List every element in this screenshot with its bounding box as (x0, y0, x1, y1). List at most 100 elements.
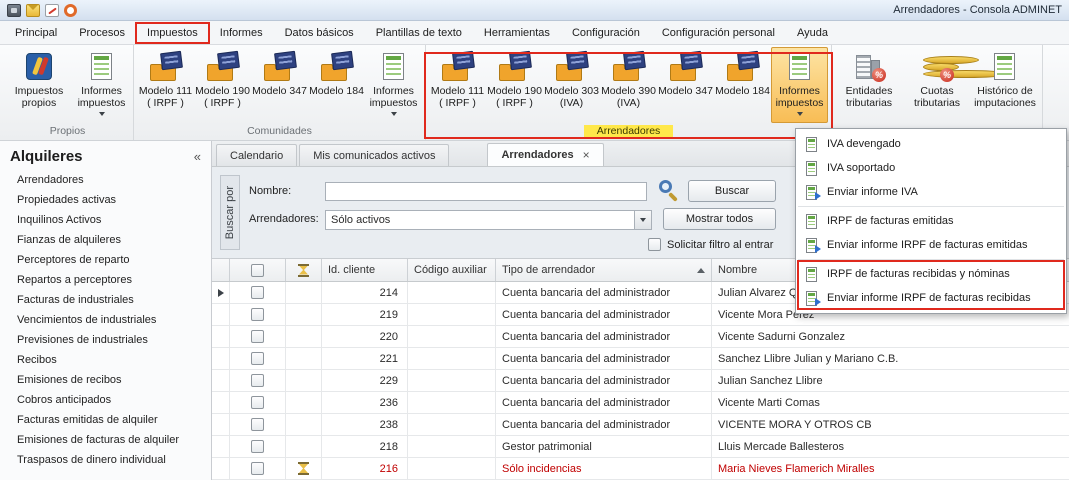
sidebar-item[interactable]: Previsiones de industriales (0, 330, 211, 350)
menu-item-configuracion[interactable]: Configuración (561, 21, 651, 44)
historico-imputaciones-button[interactable]: Histórico de imputaciones (971, 47, 1039, 123)
buscar-button[interactable]: Buscar (688, 180, 776, 202)
sidebar-item[interactable]: Propiedades activas (0, 190, 211, 210)
row-checkbox[interactable] (251, 308, 264, 321)
menu-item-irpf-facturas-recibidas[interactable]: IRPF de facturas recibidas y nóminas (796, 262, 1066, 286)
mostrar-todos-button[interactable]: Mostrar todos (663, 208, 776, 230)
menu-item-informes[interactable]: Informes (209, 21, 274, 44)
modelo-190-comunidades-button[interactable]: Modelo 190 ( IRPF ) (194, 47, 251, 123)
row-checkbox[interactable] (251, 286, 264, 299)
table-row[interactable]: 236 Cuenta bancaria del administrador Vi… (212, 392, 1069, 414)
menu-item-plantillas[interactable]: Plantillas de texto (365, 21, 473, 44)
menu-item-iva-soportado[interactable]: IVA soportado (796, 156, 1066, 180)
sidebar-item[interactable]: Recibos (0, 350, 211, 370)
sidebar-item-arrendadores[interactable]: Arrendadores (0, 170, 211, 190)
sidebar-item[interactable]: Fianzas de alquileres (0, 230, 211, 250)
collapse-icon[interactable]: « (194, 149, 201, 164)
table-row[interactable]: 218 Gestor patrimonial Lluis Mercade Bal… (212, 436, 1069, 458)
menu-item-enviar-irpf-facturas-emitidas[interactable]: Enviar informe IRPF de facturas emitidas (796, 233, 1066, 257)
menu-item-iva-devengado[interactable]: IVA devengado (796, 132, 1066, 156)
sidebar-item[interactable]: Facturas de industriales (0, 290, 211, 310)
select-all-checkbox[interactable] (251, 264, 264, 277)
mail-icon[interactable] (26, 4, 40, 17)
informes-impuestos-arrendadores-button[interactable]: Informes impuestos (771, 47, 828, 123)
sidebar-item[interactable]: Emisiones de recibos (0, 370, 211, 390)
menu-item-principal[interactable]: Principal (4, 21, 68, 44)
modelo-347-comunidades-button[interactable]: Modelo 347 (251, 47, 308, 123)
modelo-icon (555, 52, 589, 82)
app-icon[interactable] (7, 4, 21, 17)
header-id-cliente[interactable]: Id. cliente (322, 259, 408, 281)
sidebar-item[interactable]: Cobros anticipados (0, 390, 211, 410)
tab-mis-comunicados[interactable]: Mis comunicados activos (299, 144, 449, 166)
solicitar-filtro-label: Solicitar filtro al entrar (667, 239, 773, 251)
cuotas-tributarias-button[interactable]: % Cuotas tributarias (903, 47, 971, 123)
sidebar-item[interactable]: Perceptores de reparto (0, 250, 211, 270)
ribbon-group-label-text: Propios (50, 125, 86, 137)
ribbon-button-label: Modelo 184 (309, 85, 364, 97)
table-row[interactable]: 229 Cuenta bancaria del administrador Ju… (212, 370, 1069, 392)
table-row[interactable]: 238 Cuenta bancaria del administrador VI… (212, 414, 1069, 436)
modelo-390-arrendadores-button[interactable]: Modelo 390 (IVA) (600, 47, 657, 123)
sidebar-item[interactable]: Facturas emitidas de alquiler (0, 410, 211, 430)
informes-impuestos-propios-button[interactable]: Informes impuestos (73, 47, 130, 123)
menu-label: Informes (220, 27, 263, 39)
arrendadores-select[interactable]: Sólo activos (325, 210, 652, 230)
row-checkbox[interactable] (251, 352, 264, 365)
impuestos-propios-button[interactable]: Impuestos propios (5, 47, 73, 123)
menu-item-datos-basicos[interactable]: Datos básicos (274, 21, 365, 44)
table-row[interactable]: 220 Cuenta bancaria del administrador Vi… (212, 326, 1069, 348)
modelo-111-arrendadores-button[interactable]: Modelo 111 ( IRPF ) (429, 47, 486, 123)
modelo-111-comunidades-button[interactable]: Modelo 111 ( IRPF ) (137, 47, 194, 123)
record-icon[interactable] (64, 4, 77, 17)
menu-item-herramientas[interactable]: Herramientas (473, 21, 561, 44)
modelo-icon (320, 52, 354, 82)
close-icon[interactable]: × (583, 148, 590, 162)
modelo-303-arrendadores-button[interactable]: Modelo 303 (IVA) (543, 47, 600, 123)
modelo-190-arrendadores-button[interactable]: Modelo 190 ( IRPF ) (486, 47, 543, 123)
table-row[interactable]: 216 Sólo incidencias Maria Nieves Flamer… (212, 458, 1069, 480)
cell-id-cliente: 218 (322, 436, 408, 457)
header-tipo-arrendador[interactable]: Tipo de arrendador (496, 259, 712, 281)
sidebar-item[interactable]: Vencimientos de industriales (0, 310, 211, 330)
header-codigo-auxiliar[interactable]: Código auxiliar (408, 259, 496, 281)
sidebar-item[interactable]: Inquilinos Activos (0, 210, 211, 230)
menu-item-enviar-informe-iva[interactable]: Enviar informe IVA (796, 180, 1066, 204)
row-checkbox[interactable] (251, 440, 264, 453)
modelo-347-arrendadores-button[interactable]: Modelo 347 (657, 47, 714, 123)
cell-id-cliente: 214 (322, 282, 408, 303)
row-checkbox[interactable] (251, 396, 264, 409)
entidades-tributarias-button[interactable]: % Entidades tributarias (835, 47, 903, 123)
informes-impuestos-comunidades-button[interactable]: Informes impuestos (365, 47, 422, 123)
menu-item-procesos[interactable]: Procesos (68, 21, 136, 44)
modelo-184-comunidades-button[interactable]: Modelo 184 (308, 47, 365, 123)
window-title: Arrendadores - Consola ADMINET (893, 4, 1062, 16)
cell-id-cliente: 236 (322, 392, 408, 413)
menu-item-irpf-facturas-emitidas[interactable]: IRPF de facturas emitidas (796, 209, 1066, 233)
menu-label: Configuración personal (662, 27, 775, 39)
menu-item-impuestos[interactable]: Impuestos (136, 21, 209, 44)
cell-codigo-auxiliar (408, 370, 496, 391)
cell-id-cliente: 229 (322, 370, 408, 391)
sidebar-item[interactable]: Repartos a perceptores (0, 270, 211, 290)
row-checkbox[interactable] (251, 374, 264, 387)
solicitar-filtro-checkbox[interactable] (648, 238, 661, 251)
menu-item-configuracion-personal[interactable]: Configuración personal (651, 21, 786, 44)
ribbon-button-label: Modelo 190 ( IRPF ) (487, 85, 542, 110)
tab-arrendadores[interactable]: Arrendadores × (487, 143, 603, 166)
row-checkbox[interactable] (251, 462, 264, 475)
table-row[interactable]: 221 Cuenta bancaria del administrador Sa… (212, 348, 1069, 370)
nombre-input[interactable] (325, 182, 647, 201)
menu-item-ayuda[interactable]: Ayuda (786, 21, 839, 44)
row-checkbox[interactable] (251, 418, 264, 431)
notes-icon[interactable] (45, 4, 59, 17)
chevron-down-icon[interactable] (634, 211, 651, 229)
modelo-184-arrendadores-button[interactable]: Modelo 184 (714, 47, 771, 123)
cell-tipo-arrendador: Gestor patrimonial (496, 436, 712, 457)
menu-item-enviar-irpf-facturas-recibidas[interactable]: Enviar informe IRPF de facturas recibida… (796, 286, 1066, 310)
tab-calendario[interactable]: Calendario (216, 144, 297, 166)
sidebar-item[interactable]: Emisiones de facturas de alquiler (0, 430, 211, 450)
sidebar-item[interactable]: Traspasos de dinero individual (0, 450, 211, 470)
ribbon-group-label: Comunidades (137, 123, 422, 140)
row-checkbox[interactable] (251, 330, 264, 343)
